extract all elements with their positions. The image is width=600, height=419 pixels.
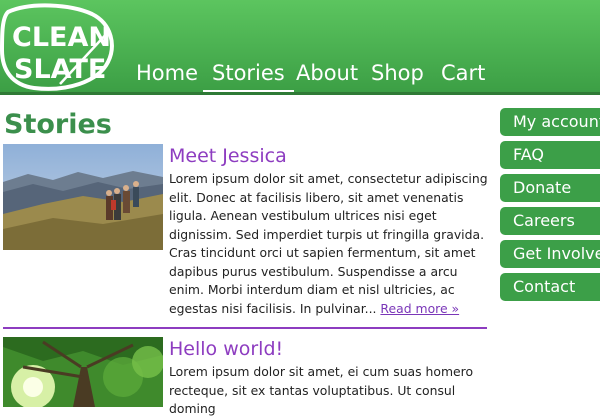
story-divider (3, 327, 487, 329)
sidebar-item-get-involved[interactable]: Get Involved (500, 240, 600, 268)
story-content: Meet Jessica Lorem ipsum dolor sit amet,… (169, 144, 491, 318)
story-excerpt: Lorem ipsum dolor sit amet, ei cum suas … (169, 364, 474, 416)
sidebar-item-careers[interactable]: Careers (500, 207, 600, 235)
nav-about[interactable]: About (296, 60, 358, 92)
sidebar-item-faq[interactable]: FAQ (500, 141, 600, 169)
story-image-forest[interactable] (3, 337, 163, 407)
story-title[interactable]: Hello world! (169, 337, 491, 361)
logo-word-clean: CLEAN (12, 22, 111, 53)
story-content: Hello world! Lorem ipsum dolor sit amet,… (169, 337, 491, 419)
nav-home[interactable]: Home (136, 60, 198, 92)
sidebar-item-my-account[interactable]: My account (500, 108, 600, 136)
site-header: CLEAN SLATE Home Stories About Shop Cart (0, 0, 600, 95)
sidebar-item-contact[interactable]: Contact (500, 273, 600, 301)
nav-shop[interactable]: Shop (371, 60, 424, 92)
story-image-hikers[interactable] (3, 144, 163, 250)
clean-slate-logo[interactable]: CLEAN SLATE (0, 0, 118, 92)
sidebar-item-donate[interactable]: Donate (500, 174, 600, 202)
page-title: Stories (4, 109, 112, 140)
story-excerpt-text: Lorem ipsum dolor sit amet, consectetur … (169, 171, 488, 316)
story-excerpt: Lorem ipsum dolor sit amet, consectetur … (169, 170, 491, 318)
nav-cart[interactable]: Cart (441, 60, 485, 92)
read-more-link[interactable]: Read more » (380, 301, 459, 316)
logo-word-slate: SLATE (14, 54, 106, 85)
story-title[interactable]: Meet Jessica (169, 144, 491, 168)
nav-stories[interactable]: Stories (203, 60, 294, 92)
